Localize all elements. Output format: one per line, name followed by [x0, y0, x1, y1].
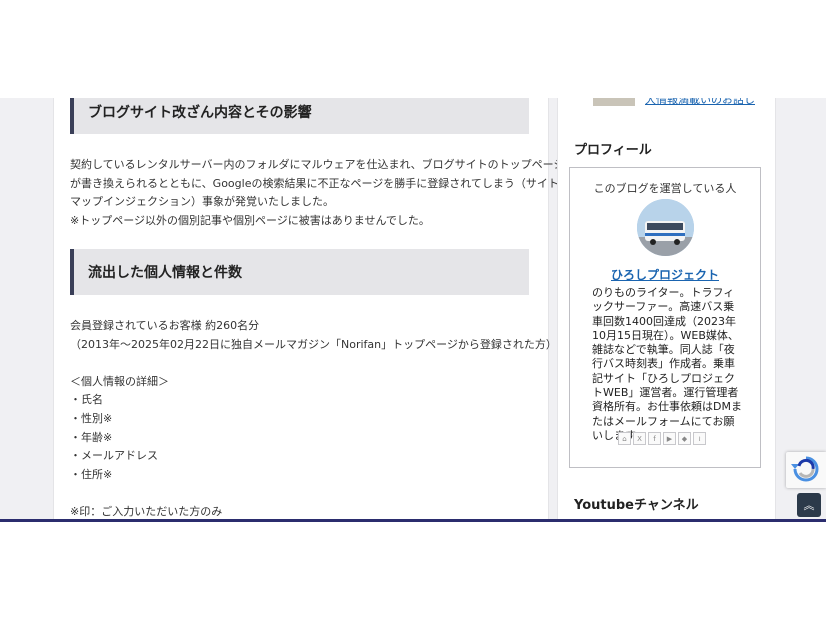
profile-caption: このブログを運営している人	[593, 182, 737, 195]
heading-text: 流出した個人情報と件数	[88, 265, 242, 281]
text-line: （2013年〜2025年02月22日に独自メールマガジン「Norifan」トップ…	[70, 337, 557, 351]
feedly-icon[interactable]: ◆	[678, 432, 691, 445]
text-line: ・性別※	[70, 411, 113, 425]
section-heading-tampering: ブログサイト改ざん内容とその影響	[70, 98, 529, 134]
text-line: ・メールアドレス	[70, 449, 158, 463]
home-icon[interactable]: ⌂	[618, 432, 631, 445]
heading-text: ブログサイト改ざん内容とその影響	[88, 105, 312, 121]
leak-paragraph: 会員登録されているお客様 約260名分 （2013年〜2025年02月22日に独自…	[70, 317, 557, 519]
x-icon[interactable]: X	[633, 432, 646, 445]
article-main: ブログサイト改ざん内容とその影響 契約しているレンタルサーバー内のフォルダにマル…	[53, 98, 565, 519]
back-to-top-button[interactable]: ︽	[797, 493, 821, 517]
section-heading-leak: 流出した個人情報と件数	[70, 249, 529, 295]
related-post-link[interactable]: 大情報満載いのお話し	[645, 98, 755, 107]
browser-viewport: ブログサイト改ざん内容とその影響 契約しているレンタルサーバー内のフォルダにマル…	[0, 98, 826, 522]
recaptcha-badge[interactable]	[786, 452, 826, 488]
youtube-widget-title: Youtubeチャンネル	[574, 498, 699, 513]
text-line: 契約しているレンタルサーバー内のフォルダにマルウェアを仕込まれ、ブログサイトのト…	[70, 158, 565, 171]
related-post-thumbnail[interactable]	[593, 98, 635, 106]
text-line: ・住所※	[70, 467, 113, 481]
tampering-paragraph: 契約しているレンタルサーバー内のフォルダにマルウェアを仕込まれ、ブログサイトのト…	[70, 156, 565, 230]
rss-icon[interactable]: ≀	[693, 432, 706, 445]
youtube-icon[interactable]: ▶	[663, 432, 676, 445]
sidebar: 大情報満載いのお話し プロフィール このブログを運営している人 ひろしプロジェク…	[557, 98, 776, 519]
profile-widget-title: プロフィール	[574, 143, 652, 158]
text-line: ・氏名	[70, 393, 103, 407]
text-line: が書き換えられるとともに、Googleの検索結果に不正なページを勝手に登録されて…	[70, 176, 559, 190]
text-line	[70, 354, 532, 373]
text-line: ※トップページ以外の個別記事や個別ページに被害はありませんでした。	[70, 213, 430, 227]
social-links: ⌂ X f ▶ ◆ ≀	[618, 432, 706, 445]
avatar	[637, 199, 694, 256]
profile-card: このブログを運営している人 ひろしプロジェクト のりものライター。トラフィックサ…	[569, 167, 761, 468]
text-line: ・年齢※	[70, 430, 113, 444]
text-line: マップインジェクション）事象が発覚いたしました。	[70, 195, 334, 209]
text-line	[70, 484, 532, 503]
text-line: ＜個人情報の詳細＞	[70, 374, 169, 388]
facebook-icon[interactable]: f	[648, 432, 661, 445]
text-line: 会員登録されているお客様 約260名分	[70, 319, 260, 332]
profile-name-link[interactable]: ひろしプロジェクト	[570, 266, 760, 283]
profile-bio: のりものライター。トラフィックサーファー。高速バス乗車回数1400回達成（202…	[592, 286, 742, 442]
double-chevron-up-icon: ︽	[803, 499, 815, 512]
text-line: ※印：ご入力いただいた方のみ	[70, 504, 223, 518]
